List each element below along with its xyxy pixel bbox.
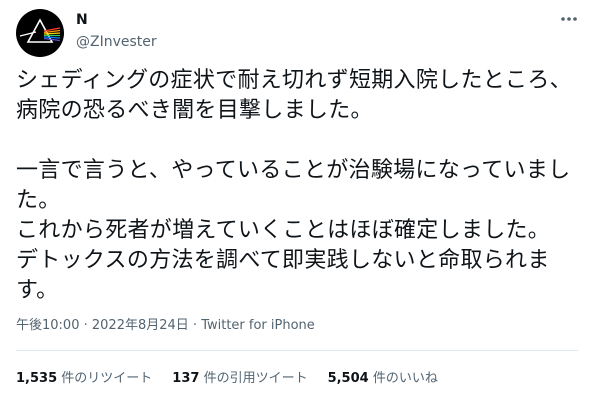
meta-separator: · bbox=[188, 318, 202, 333]
tweet-meta: 午後10:00 · 2022年8月24日 · Twitter for iPhon… bbox=[16, 317, 315, 335]
meta-separator: · bbox=[79, 318, 92, 333]
retweet-stat[interactable]: 1,535 件のリツイート bbox=[16, 370, 152, 388]
like-stat[interactable]: 5,504 件のいいね bbox=[328, 370, 438, 388]
tweet-source[interactable]: Twitter for iPhone bbox=[201, 318, 315, 333]
author-handle[interactable]: @ZInvester bbox=[76, 33, 157, 51]
engagement-stats: 1,535 件のリツイート 137 件の引用ツイート 5,504 件のいいね bbox=[16, 370, 438, 388]
retweet-label: 件のリツイート bbox=[61, 371, 153, 386]
quote-label: 件の引用ツイート bbox=[203, 371, 308, 386]
tweet-date[interactable]: 2022年8月24日 bbox=[92, 318, 189, 333]
prism-icon bbox=[19, 18, 61, 43]
author-name[interactable]: N bbox=[76, 11, 88, 29]
tweet-time[interactable]: 午後10:00 bbox=[16, 318, 79, 333]
quote-stat[interactable]: 137 件の引用ツイート bbox=[172, 370, 307, 388]
retweet-count: 1,535 bbox=[16, 371, 58, 386]
like-count: 5,504 bbox=[327, 371, 369, 386]
avatar[interactable] bbox=[16, 9, 64, 57]
tweet-text: シェディングの症状で耐え切れず短期入院したところ、病院の恐るべき闇を目撃しました… bbox=[16, 68, 572, 303]
divider bbox=[16, 350, 578, 351]
like-label: 件のいいね bbox=[372, 371, 438, 386]
more-dots-icon[interactable] bbox=[558, 8, 580, 30]
quote-count: 137 bbox=[172, 371, 200, 386]
